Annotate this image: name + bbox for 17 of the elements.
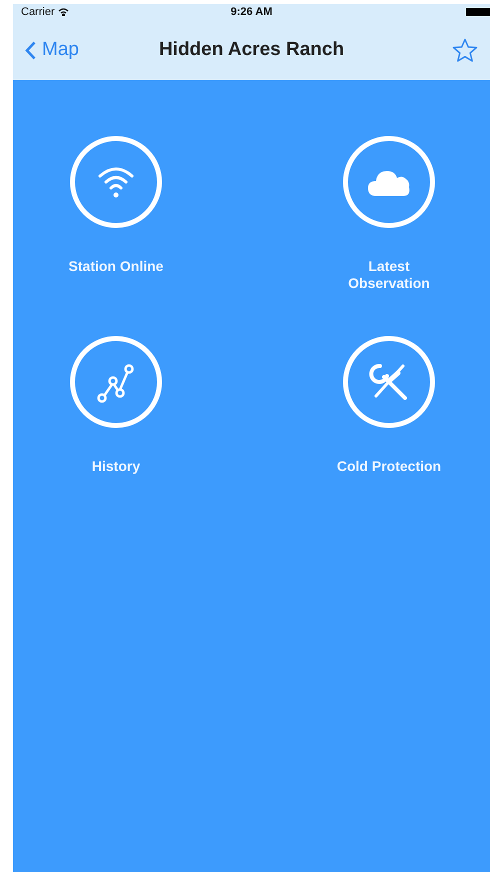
tile-button[interactable] <box>70 136 162 228</box>
status-time: 9:26 AM <box>230 6 272 18</box>
wifi-signal-icon <box>58 8 69 16</box>
tile-label: Latest Observation <box>347 258 431 292</box>
tile-label: Cold Protection <box>336 458 442 475</box>
back-button[interactable]: Map <box>25 39 79 61</box>
tile-label: Station Online <box>68 258 164 275</box>
chevron-left-icon <box>25 40 36 60</box>
tile-label: History <box>90 458 142 475</box>
star-icon <box>452 38 478 62</box>
tile-button[interactable] <box>343 136 435 228</box>
tile-button[interactable] <box>70 336 162 428</box>
carrier-label: Carrier <box>21 6 55 18</box>
battery-icon <box>466 8 490 16</box>
tile-button[interactable] <box>343 336 435 428</box>
favorite-button[interactable] <box>452 38 478 62</box>
nav-title: Hidden Acres Ranch <box>158 39 344 61</box>
